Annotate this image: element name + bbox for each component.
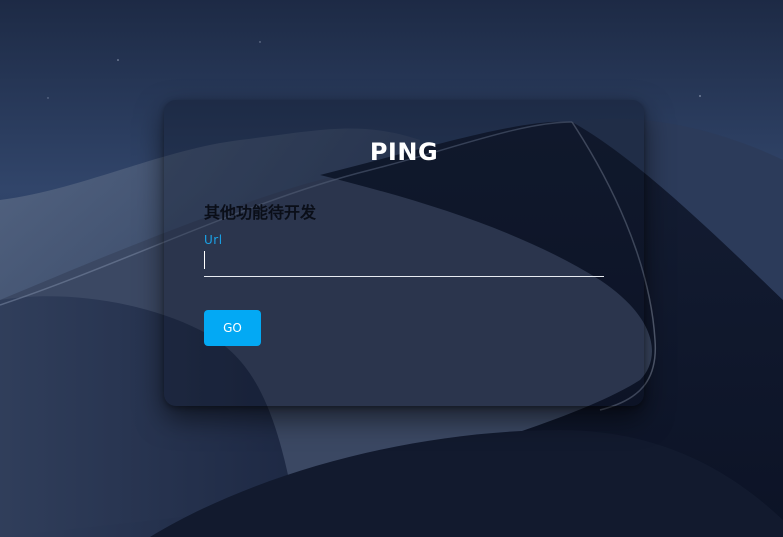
url-field-label: Url xyxy=(204,233,223,247)
ping-form-card: PING 其他功能待开发 Url GO xyxy=(164,100,644,406)
text-cursor xyxy=(204,251,205,269)
url-input[interactable] xyxy=(204,250,604,277)
pending-features-notice: 其他功能待开发 xyxy=(204,203,317,222)
go-button[interactable]: GO xyxy=(204,310,261,346)
page-title: PING xyxy=(369,138,439,166)
